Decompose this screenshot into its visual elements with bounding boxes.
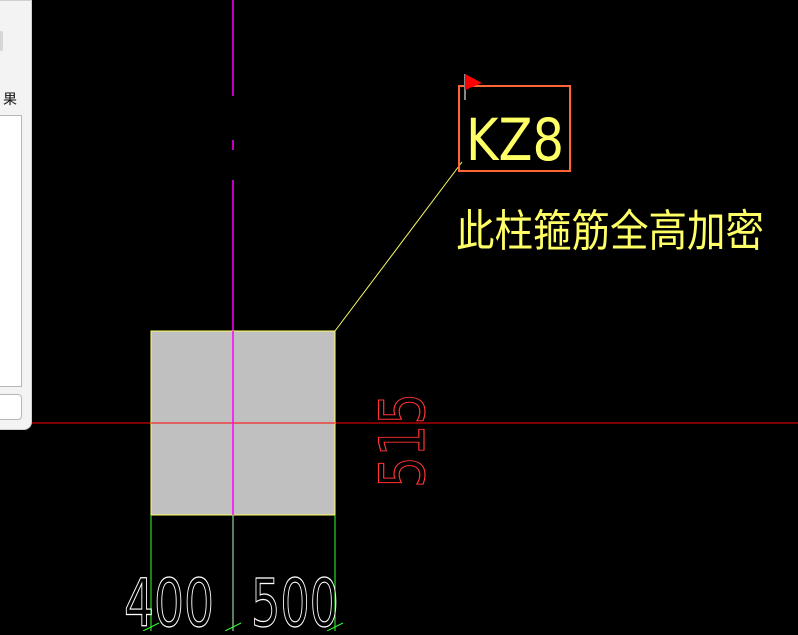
- flag-icon: [465, 74, 482, 90]
- side-panel: 果: [0, 0, 32, 430]
- panel-result-list[interactable]: [0, 115, 22, 387]
- panel-label: 果: [3, 92, 17, 108]
- panel-tab[interactable]: [0, 31, 3, 51]
- panel-input-field[interactable]: [0, 394, 22, 420]
- dimension-bottom-right: 500: [251, 565, 339, 631]
- dimension-vertical: 515: [366, 393, 439, 488]
- cad-drawing[interactable]: KZ8 此柱箍筋全高加密 515 400 500: [0, 0, 798, 635]
- stirrup-note: 此柱箍筋全高加密: [456, 206, 764, 257]
- leader-line: [334, 161, 463, 332]
- cad-drawing-canvas[interactable]: KZ8 此柱箍筋全高加密 515 400 500: [0, 0, 798, 635]
- dimension-bottom-left: 400: [124, 565, 214, 631]
- column-tag-text: KZ8: [466, 106, 564, 174]
